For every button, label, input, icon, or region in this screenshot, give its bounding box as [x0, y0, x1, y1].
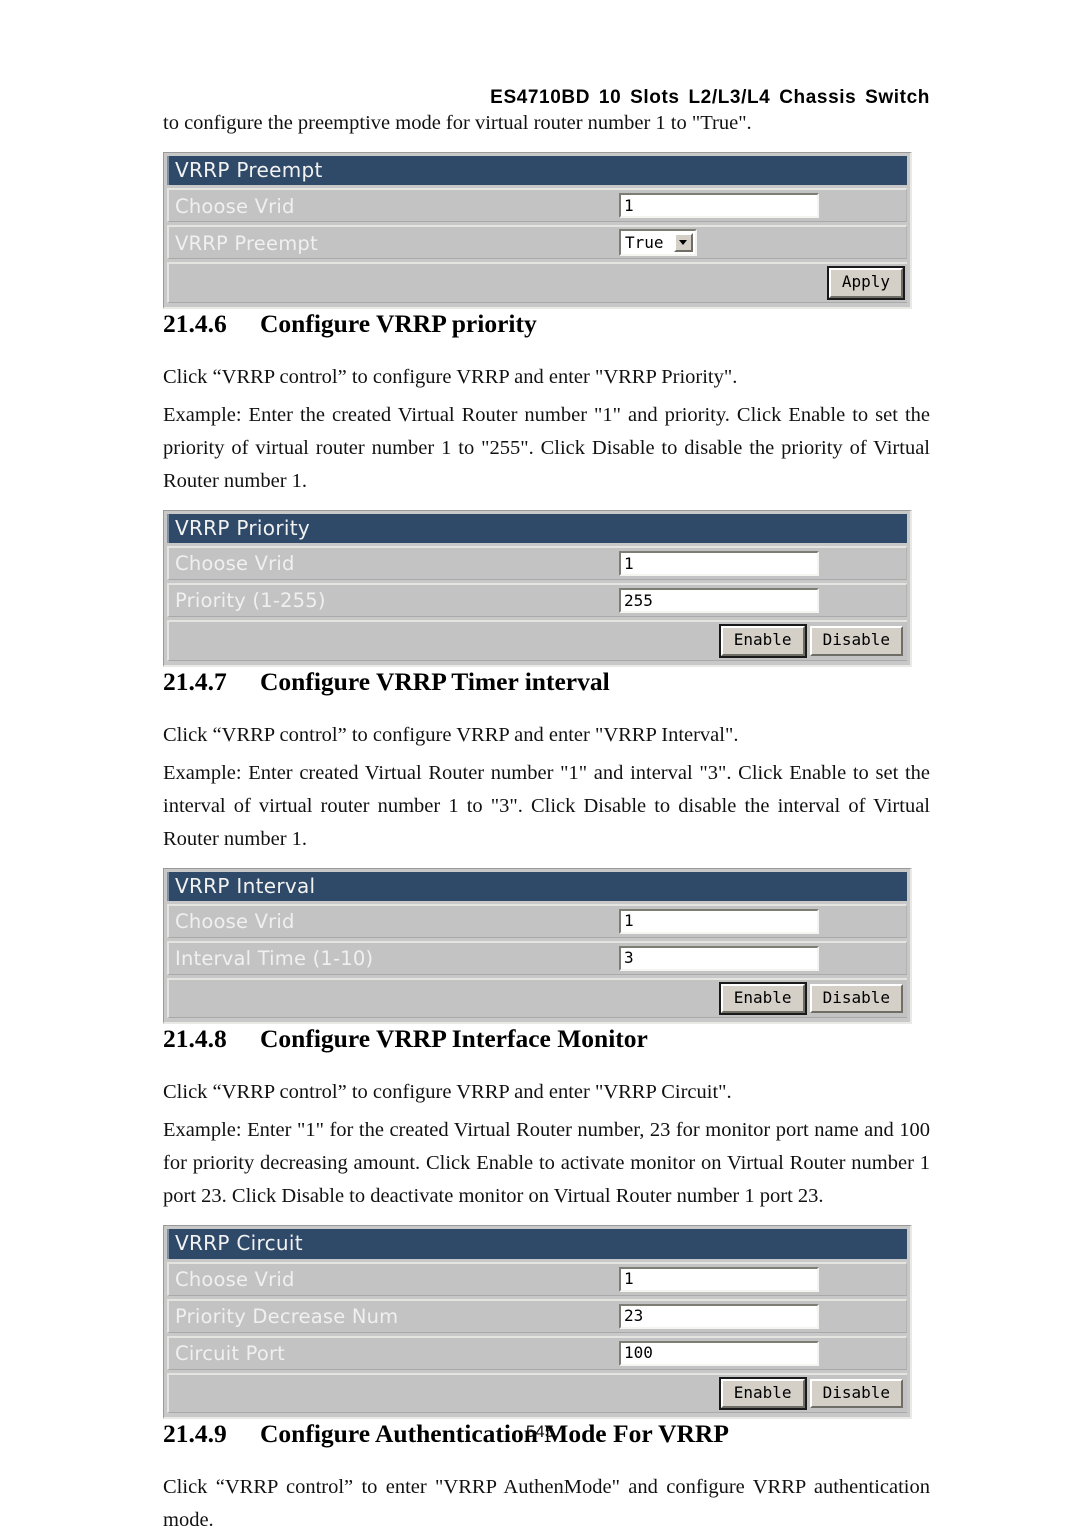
- priority-decrease-num-input[interactable]: 23: [619, 1303, 819, 1329]
- vrrp-circuit-panel: VRRP Circuit Choose Vrid 1 Priority Decr…: [163, 1225, 912, 1420]
- section-title: Configure VRRP priority: [260, 308, 537, 338]
- choose-vrid-input[interactable]: 1: [619, 551, 819, 577]
- enable-button[interactable]: Enable: [718, 624, 807, 658]
- form-row-choose-vrid: Choose Vrid 1: [167, 546, 907, 581]
- choose-vrid-input[interactable]: 1: [619, 1266, 819, 1292]
- enable-button[interactable]: Enable: [718, 981, 807, 1016]
- section-21-4-9-body: Click “VRRP control” to enter "VRRP Auth…: [163, 1471, 930, 1537]
- panel-action-bar: Apply: [167, 262, 907, 303]
- priority-input[interactable]: 255: [619, 588, 819, 614]
- section-title: Configure VRRP Interface Monitor: [260, 1024, 648, 1054]
- paragraph: Example: Enter created Virtual Router nu…: [163, 761, 930, 850]
- section-21-4-6-body: Click “VRRP control” to configure VRRP a…: [163, 361, 930, 498]
- form-row-priority: Priority (1-255) 255: [167, 583, 907, 618]
- form-field: 23: [616, 1298, 907, 1333]
- choose-vrid-input[interactable]: 1: [619, 908, 819, 934]
- form-label: Interval Time (1-10): [167, 940, 616, 975]
- form-field: 1: [616, 546, 907, 581]
- section-21-4-7-body: Click “VRRP control” to configure VRRP a…: [163, 719, 930, 856]
- form-label: Choose Vrid: [167, 1261, 616, 1296]
- form-field: 3: [616, 940, 907, 975]
- form-label: VRRP Preempt: [167, 225, 616, 260]
- section-number: 21.4.7: [163, 666, 227, 696]
- section-title: Configure VRRP Timer interval: [260, 666, 610, 696]
- panel-title: VRRP Circuit: [167, 1229, 907, 1259]
- paragraph: Click “VRRP control” to configure VRRP a…: [163, 723, 739, 746]
- disable-button[interactable]: Disable: [809, 983, 903, 1014]
- select-value: True: [625, 233, 664, 253]
- form-label: Choose Vrid: [167, 546, 616, 581]
- chevron-down-icon[interactable]: [673, 233, 693, 253]
- section-number: 21.4.8: [163, 1024, 227, 1054]
- paragraph: Click “VRRP control” to configure VRRP a…: [163, 365, 738, 388]
- document-page: ES4710BD 10 Slots L2/L3/L4 Chassis Switc…: [0, 0, 1080, 1531]
- form-field: 1: [616, 1261, 907, 1296]
- form-field: 255: [616, 583, 907, 618]
- panel-action-bar: Enable Disable: [167, 620, 907, 661]
- choose-vrid-input[interactable]: 1: [619, 193, 819, 219]
- form-row-choose-vrid: Choose Vrid 1: [167, 188, 907, 223]
- form-label: Circuit Port: [167, 1335, 616, 1370]
- form-field: 1: [616, 188, 907, 223]
- paragraph: Example: Enter "1" for the created Virtu…: [163, 1119, 930, 1208]
- vrrp-interval-panel: VRRP Interval Choose Vrid 1 Interval Tim…: [163, 867, 912, 1025]
- form-field: True: [616, 225, 907, 260]
- vrrp-preempt-panel: VRRP Preempt Choose Vrid 1 VRRP Preempt …: [163, 152, 912, 309]
- form-row-choose-vrid: Choose Vrid 1: [167, 903, 907, 938]
- panel-action-bar: Enable Disable: [167, 1372, 907, 1414]
- form-label: Choose Vrid: [167, 903, 616, 938]
- page-number: 545: [525, 1422, 555, 1441]
- section-heading-21-4-7: 21.4.7 Configure VRRP Timer interval: [163, 667, 930, 697]
- page-content: to configure the preemptive mode for vir…: [0, 107, 1080, 1537]
- disable-button[interactable]: Disable: [809, 626, 903, 656]
- paragraph: Example: Enter the created Virtual Route…: [163, 403, 930, 492]
- section-heading-21-4-8: 21.4.8 Configure VRRP Interface Monitor: [163, 1024, 930, 1054]
- intro-continued-line: to configure the preemptive mode for vir…: [163, 112, 752, 134]
- section-heading-21-4-6: 21.4.6 Configure VRRP priority: [163, 309, 930, 339]
- panel-title: VRRP Priority: [167, 513, 907, 544]
- paragraph: Click “VRRP control” to configure VRRP a…: [163, 1081, 732, 1104]
- disable-button[interactable]: Disable: [809, 1378, 903, 1409]
- form-row-vrrp-preempt: VRRP Preempt True: [167, 225, 907, 260]
- section-21-4-8-body: Click “VRRP control” to configure VRRP a…: [163, 1076, 930, 1213]
- circuit-port-input[interactable]: 100: [619, 1340, 819, 1366]
- panel-action-bar: Enable Disable: [167, 977, 907, 1019]
- form-row-priority-decrease-num: Priority Decrease Num 23: [167, 1298, 907, 1333]
- interval-time-input[interactable]: 3: [619, 945, 819, 971]
- vrrp-priority-panel: VRRP Priority Choose Vrid 1 Priority (1-…: [163, 509, 912, 667]
- form-row-interval-time: Interval Time (1-10) 3: [167, 940, 907, 975]
- section-number: 21.4.6: [163, 308, 227, 338]
- paragraph: Click “VRRP control” to enter "VRRP Auth…: [163, 1476, 930, 1532]
- panel-title: VRRP Preempt: [167, 156, 907, 186]
- form-label: Choose Vrid: [167, 188, 616, 223]
- form-field: 100: [616, 1335, 907, 1370]
- enable-button[interactable]: Enable: [718, 1376, 807, 1411]
- vrrp-preempt-select[interactable]: True: [619, 229, 697, 257]
- form-label: Priority Decrease Num: [167, 1298, 616, 1333]
- form-field: 1: [616, 903, 907, 938]
- form-row-circuit-port: Circuit Port 100: [167, 1335, 907, 1370]
- apply-button[interactable]: Apply: [826, 266, 906, 300]
- running-header: ES4710BD 10 Slots L2/L3/L4 Chassis Switc…: [490, 87, 930, 108]
- form-label: Priority (1-255): [167, 583, 616, 618]
- form-row-choose-vrid: Choose Vrid 1: [167, 1261, 907, 1296]
- panel-title: VRRP Interval: [167, 871, 907, 901]
